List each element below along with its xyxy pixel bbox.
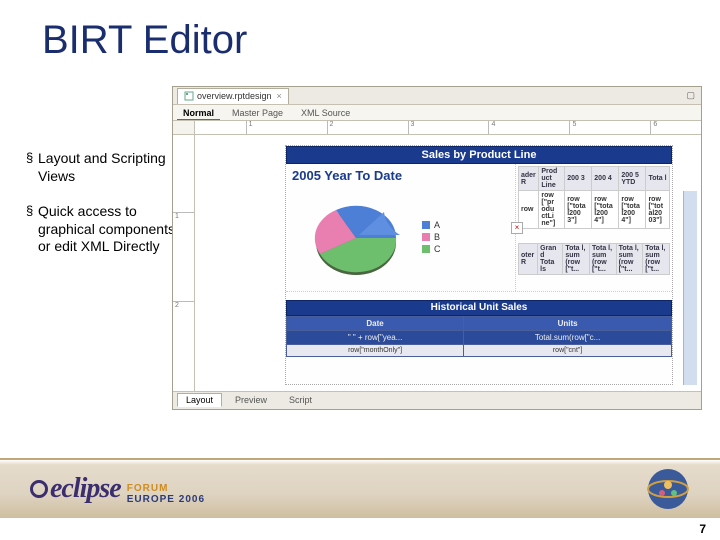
bottom-tab-bar: Layout Preview Script [173, 391, 701, 407]
legend-label: C [434, 244, 441, 254]
legend-swatch [422, 245, 430, 253]
footer-band: eclipse FORUM EUROPE 2006 [0, 458, 720, 518]
report-canvas[interactable]: Sales by Product Line 2005 Year To Date [195, 135, 701, 391]
table-cell: Tota l [646, 167, 670, 191]
table-cell: Tota l, sum (row ["t... [563, 244, 590, 275]
table-cell: ader R [519, 167, 539, 191]
legend-item: B [422, 232, 441, 242]
legend-swatch [422, 233, 430, 241]
table-cell: Tota l, sum (row ["t... [616, 244, 643, 275]
legend-swatch [422, 221, 430, 229]
table-cell: 200 5 YTD [619, 167, 646, 191]
brand-sub: FORUM EUROPE 2006 [127, 483, 205, 505]
table-cell: Prod uct Line [539, 167, 565, 191]
table-cell: Total.sum(row["c... [464, 331, 672, 345]
eclipse-ring-icon [30, 480, 48, 498]
table-cell: Tota l, sum (row ["t... [589, 244, 616, 275]
ruler-tick: 3 [408, 121, 415, 134]
table-cell: row ["tota l200 4"] [592, 191, 619, 229]
file-tab-label: overview.rptdesign [197, 91, 272, 101]
chart-legend: A B C [422, 220, 441, 256]
chart-cell[interactable]: 2005 Year To Date [286, 164, 516, 291]
ruler-corner [173, 121, 195, 134]
ruler-tick: 1 [246, 121, 253, 134]
table-cell: 200 4 [592, 167, 619, 191]
table-cell: Gran d Tota ls [538, 244, 563, 275]
error-icon[interactable]: × [511, 222, 523, 234]
bottom-tab-script[interactable]: Script [280, 393, 321, 407]
lower-header[interactable]: Historical Unit Sales [286, 300, 672, 316]
work-area: 1 2 Sales by Product Line 2005 Year To D… [173, 135, 701, 391]
table-cell: row["cnt"] [464, 345, 672, 357]
bottom-tab-layout[interactable]: Layout [177, 393, 222, 407]
slide-title: BIRT Editor [42, 18, 247, 63]
chart-section: 2005 Year To Date [286, 164, 672, 292]
binding-table: ader R Prod uct Line 200 3 200 4 200 5 Y… [518, 166, 670, 229]
page-number: 7 [699, 522, 706, 536]
bullet-item: Quick access to graphical components or … [26, 203, 180, 256]
data-binding-cell[interactable]: ader R Prod uct Line 200 3 200 4 200 5 Y… [516, 164, 672, 291]
table-header-cell: Date [287, 317, 464, 331]
horizontal-ruler: 1 2 3 4 5 6 [195, 121, 701, 134]
vertical-ruler: 1 2 [173, 135, 195, 391]
table-cell: row ["tota l200 3"] [565, 191, 592, 229]
eclipse-logo: eclipse FORUM EUROPE 2006 [50, 473, 205, 505]
file-tab[interactable]: overview.rptdesign × [177, 88, 289, 104]
ruler-tick: 2 [327, 121, 334, 134]
palette-slot[interactable] [683, 191, 697, 385]
legend-label: B [434, 232, 440, 242]
ruler-tick: 2 [173, 301, 194, 309]
footer-table: oter R Gran d Tota ls Tota l, sum (row [… [518, 243, 670, 275]
maximize-icon[interactable]: ▢ [686, 90, 695, 101]
lower-table[interactable]: Date Units " " + row["yea... Total.sum(r… [286, 316, 672, 357]
editor-panel: overview.rptdesign × ▢ Normal Master Pag… [172, 86, 702, 410]
table-cell: row ["tota l200 4"] [619, 191, 646, 229]
file-tab-bar: overview.rptdesign × ▢ [173, 87, 701, 105]
table-cell: Tota l, sum (row ["t... [643, 244, 670, 275]
globe-icon [646, 467, 690, 511]
ruler-tick: 4 [488, 121, 495, 134]
table-cell: row ["pr odu ctLi ne"] [539, 191, 565, 229]
mode-tab-xml[interactable]: XML Source [295, 107, 356, 120]
close-icon[interactable]: × [277, 91, 282, 101]
ruler-tick: 1 [173, 212, 194, 220]
table-cell: row ["tot al20 03"] [646, 191, 670, 229]
bullet-item: Layout and Scripting Views [26, 150, 180, 185]
mode-tab-master[interactable]: Master Page [226, 107, 289, 120]
ruler-tick: 5 [569, 121, 576, 134]
bottom-tab-preview[interactable]: Preview [226, 393, 276, 407]
report-header[interactable]: Sales by Product Line [286, 146, 672, 164]
brand-name: eclipse [50, 473, 121, 505]
mode-tab-bar: Normal Master Page XML Source [173, 105, 701, 121]
legend-item: C [422, 244, 441, 254]
ruler-tick: 6 [650, 121, 657, 134]
table-cell: row["monthOnly"] [287, 345, 464, 357]
table-cell: " " + row["yea... [287, 331, 464, 345]
chart-title: 2005 Year To Date [292, 168, 509, 183]
legend-item: A [422, 220, 441, 230]
table-header-cell: Units [464, 317, 672, 331]
mode-tab-normal[interactable]: Normal [177, 107, 220, 120]
bullet-list: Layout and Scripting Views Quick access … [26, 150, 180, 274]
table-cell: 200 3 [565, 167, 592, 191]
report-icon [184, 91, 194, 101]
legend-label: A [434, 220, 440, 230]
report-body[interactable]: Sales by Product Line 2005 Year To Date [285, 145, 673, 385]
pie-chart[interactable] [296, 188, 416, 288]
table-cell: oter R [519, 244, 538, 275]
horizontal-ruler-row: 1 2 3 4 5 6 [173, 121, 701, 135]
